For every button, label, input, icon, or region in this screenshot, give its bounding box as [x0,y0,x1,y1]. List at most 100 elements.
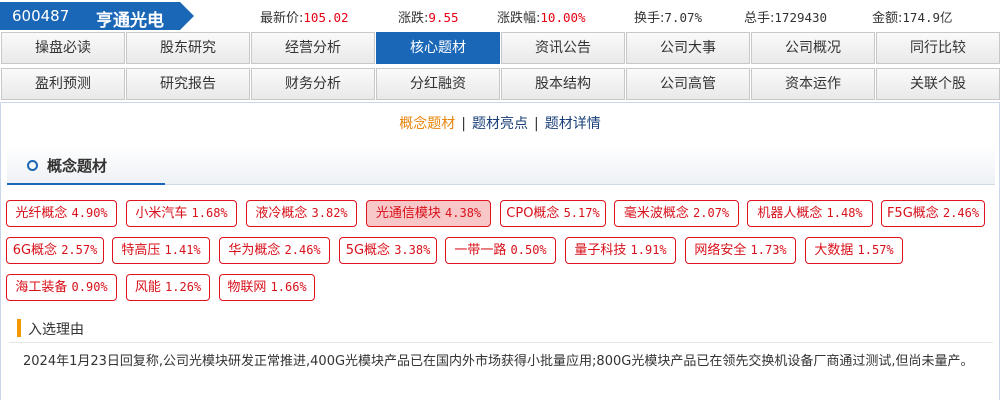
tag-pct: 0.50% [510,243,547,257]
tag-pct: 1.48% [826,206,863,220]
quote-value: 1729430 [774,10,828,25]
tag-name: 液冷概念 [255,206,308,221]
section-header: 概念题材 [7,145,995,185]
quote-label: 涨跌: [398,11,429,26]
nav-tab[interactable]: 研究报告 [126,68,250,100]
reason-accent-bar [17,319,21,337]
nav-tab[interactable]: 关联个股 [876,68,1000,100]
tag-name: 网络安全 [694,243,747,258]
subnav-details[interactable]: 题材详情 [545,116,601,132]
quote-label: 涨跌幅: [497,11,541,26]
concept-tag[interactable]: 物联网 1.66% [219,274,315,301]
tag-pct: 1.66% [270,280,307,294]
quote-label: 最新价: [260,11,304,26]
quote-change-pct: 涨跌幅:10.00% [497,7,586,26]
concept-tag[interactable]: 6G概念 2.57% [6,237,104,264]
tag-name: 华为概念 [228,243,281,258]
tag-name: 一带一路 [454,243,507,258]
content-panel: 概念题材 | 题材亮点 | 题材详情 概念题材 光纤概念 4.90% 小米汽车 1.68… [0,102,1000,400]
concept-tag[interactable]: 光纤概念 4.90% [6,200,117,227]
subnav-separator: | [534,116,539,132]
tag-pct: 4.90% [71,206,108,220]
concept-tag[interactable]: 小米汽车 1.68% [126,200,237,227]
tag-name: 6G概念 [12,243,58,258]
concept-tag[interactable]: 液冷概念 3.82% [246,200,357,227]
subnav-concept[interactable]: 概念题材 [399,116,455,132]
concept-tag[interactable]: 风能 1.26% [126,274,210,301]
concept-tag[interactable]: 特高压 1.41% [112,237,210,264]
nav-tab[interactable]: 盈利预测 [1,68,125,100]
tag-pct: 3.38% [394,243,431,257]
nav-tab[interactable]: 经营分析 [251,32,375,64]
tag-name: 风能 [134,280,161,295]
tag-name: 机器人概念 [757,206,823,221]
concept-tag[interactable]: 海工装备 0.90% [6,274,117,301]
stock-code: 600487 [12,7,70,25]
nav-tab[interactable]: 操盘必读 [1,32,125,64]
tag-name: F5G概念 [886,206,939,221]
tag-name: 量子科技 [574,243,627,258]
concept-tag-highlighted[interactable]: 光通信模块 4.38% [366,200,491,227]
tag-pct: 2.57% [61,243,98,257]
stock-name: 亨通光电 [96,11,164,31]
tag-pct: 1.68% [191,206,228,220]
stock-badge-arrow [180,2,194,30]
tag-name: 特高压 [121,243,161,258]
sub-navigation: 概念题材 | 题材亮点 | 题材详情 [1,113,999,133]
tag-pct: 1.73% [750,243,787,257]
concept-tag[interactable]: 5G概念 3.38% [339,237,437,264]
quote-amount: 金额:174.9亿 [872,7,953,26]
nav-tab[interactable]: 财务分析 [251,68,375,100]
concept-tag[interactable]: 网络安全 1.73% [685,237,796,264]
concept-tag[interactable]: 量子科技 1.91% [565,237,676,264]
quote-label: 总手: [744,11,775,26]
quote-value: 7.07% [664,10,703,25]
subnav-highlights[interactable]: 题材亮点 [472,116,528,132]
tag-pct: 4.38% [445,206,482,220]
section-title: 概念题材 [47,157,108,175]
nav-tab[interactable]: 同行比较 [876,32,1000,64]
reason-title: 入选理由 [28,322,84,338]
tag-pct: 1.26% [165,280,202,294]
tag-pct: 2.07% [693,206,730,220]
stock-header: 600487 亨通光电 最新价:105.02 涨跌:9.55 涨跌幅:10.00… [0,0,1000,32]
tag-name: 光纤概念 [15,206,68,221]
concept-tag[interactable]: 大数据 1.57% [805,237,903,264]
nav-tab[interactable]: 公司大事 [626,32,750,64]
reason-divider [9,342,993,343]
concept-tag[interactable]: 一带一路 0.50% [445,237,556,264]
nav-tab[interactable]: 公司概况 [751,32,875,64]
tag-name: 毫米波概念 [623,206,689,221]
main-nav: 操盘必读 股东研究 经营分析 核心题材 资讯公告 公司大事 公司概况 同行比较 … [0,32,1000,100]
tag-pct: 0.90% [71,280,108,294]
quote-change: 涨跌:9.55 [398,7,459,26]
tag-pct: 1.91% [630,243,667,257]
tag-name: CPO概念 [506,206,560,221]
concept-tag[interactable]: 华为概念 2.46% [219,237,330,264]
nav-tab[interactable]: 资讯公告 [501,32,625,64]
quote-label: 金额: [872,11,903,26]
nav-tab[interactable]: 分红融资 [376,68,500,100]
reason-header: 入选理由 [17,318,997,340]
quote-volume: 总手:1729430 [744,7,827,26]
circle-bullet-icon [27,160,38,171]
tag-name: 物联网 [227,280,267,295]
tag-name: 小米汽车 [135,206,188,221]
nav-tab[interactable]: 公司高管 [626,68,750,100]
nav-tab[interactable]: 股东研究 [126,32,250,64]
quote-value: 10.00% [540,10,586,25]
tag-name: 5G概念 [345,243,391,258]
nav-tab-active[interactable]: 核心题材 [376,32,500,64]
concept-tag[interactable]: CPO概念 5.17% [500,200,606,227]
nav-tab[interactable]: 资本运作 [751,68,875,100]
nav-tab[interactable]: 股本结构 [501,68,625,100]
quote-value: 9.55 [428,10,459,25]
tag-pct: 2.46% [942,206,980,220]
tag-pct: 3.82% [311,206,348,220]
concept-tag[interactable]: 机器人概念 1.48% [747,200,873,227]
tag-name: 海工装备 [15,280,68,295]
concept-tag[interactable]: 毫米波概念 2.07% [614,200,739,227]
quote-value: 105.02 [303,10,349,25]
concept-tag[interactable]: F5G概念 2.46% [881,200,985,227]
section-underline [7,183,165,185]
